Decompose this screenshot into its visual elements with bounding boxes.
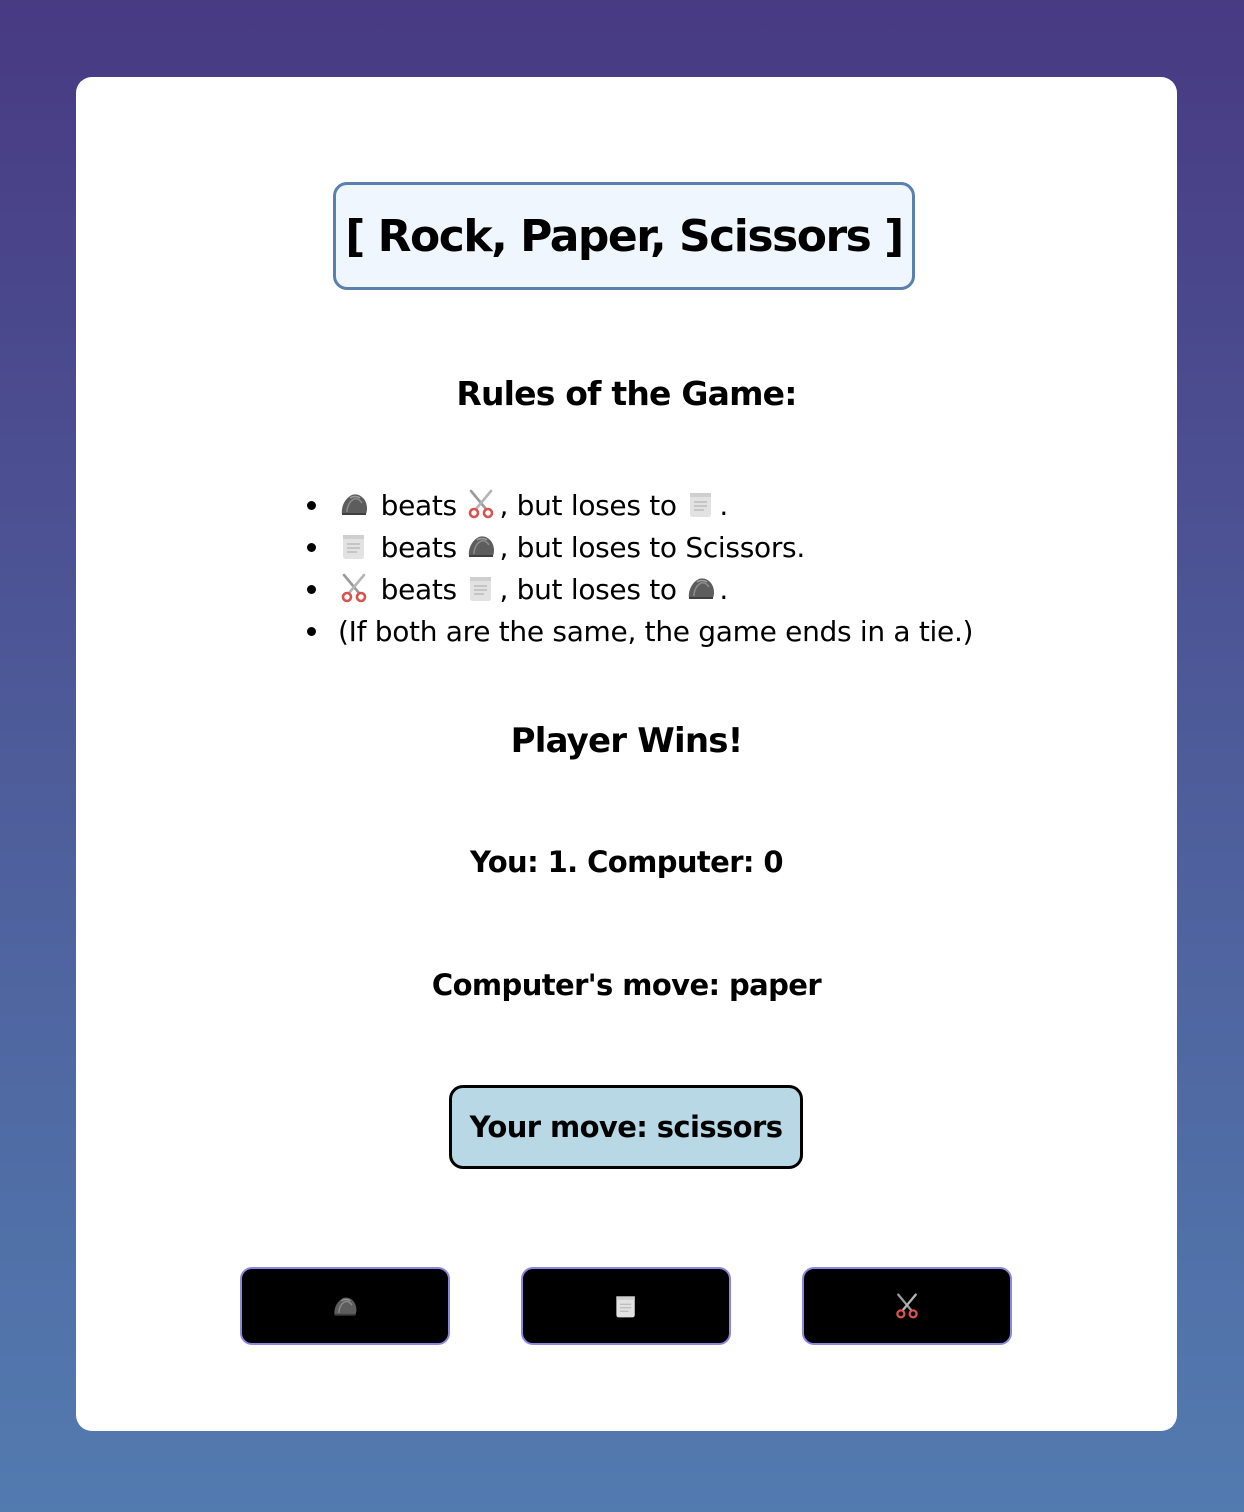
result-text: Player Wins!	[510, 721, 744, 761]
bullet-dot	[307, 585, 316, 594]
bullet-dot	[307, 543, 316, 552]
rule-scissors-loses-text: , but loses to	[499, 573, 686, 606]
paper-icon	[685, 488, 717, 520]
rules-heading: Rules of the Game:	[456, 374, 797, 413]
rock-icon	[685, 572, 717, 604]
rock-icon	[338, 488, 370, 520]
rules-list: beats , but loses to . beats , but loses…	[307, 485, 974, 653]
page-title: [ Rock, Paper, Scissors ]	[345, 210, 904, 262]
scissors-icon	[893, 1292, 921, 1320]
title-box: [ Rock, Paper, Scissors ]	[333, 182, 915, 290]
rule-tie-text: (If both are the same, the game ends in …	[338, 615, 974, 648]
bullet-dot	[307, 501, 316, 510]
rock-icon	[331, 1292, 359, 1320]
paper-icon	[338, 530, 370, 562]
rule-scissors: beats , but loses to .	[307, 569, 973, 611]
scissors-icon	[338, 572, 370, 604]
score-text: You: 1. Computer: 0	[469, 845, 784, 879]
rock-icon	[465, 530, 497, 562]
rule-rock-loses-text: , but loses to	[499, 489, 686, 522]
your-move-box: Your move: scissors	[449, 1085, 803, 1169]
paper-icon	[465, 572, 497, 604]
rule-rock-beats-text: beats	[372, 489, 466, 522]
bullet-dot	[307, 627, 316, 636]
game-card: [ Rock, Paper, Scissors ] Rules of the G…	[76, 77, 1177, 1431]
paper-icon	[612, 1292, 640, 1320]
scissors-icon	[465, 488, 497, 520]
rule-paper-loses-text: , but loses to Scissors.	[499, 531, 805, 564]
your-move-text: Your move: scissors	[469, 1110, 783, 1144]
rule-scissors-end: .	[719, 573, 728, 606]
computer-move-text: Computer's move: paper	[431, 968, 822, 1002]
rule-rock: beats , but loses to .	[307, 485, 973, 527]
rule-paper: beats , but loses to Scissors.	[307, 527, 973, 569]
rule-rock-end: .	[719, 489, 728, 522]
scissors-button[interactable]	[802, 1267, 1012, 1345]
rock-button[interactable]	[240, 1267, 450, 1345]
rule-paper-beats-text: beats	[372, 531, 466, 564]
rule-tie: (If both are the same, the game ends in …	[307, 611, 974, 653]
paper-button[interactable]	[521, 1267, 731, 1345]
rule-scissors-beats-text: beats	[372, 573, 466, 606]
